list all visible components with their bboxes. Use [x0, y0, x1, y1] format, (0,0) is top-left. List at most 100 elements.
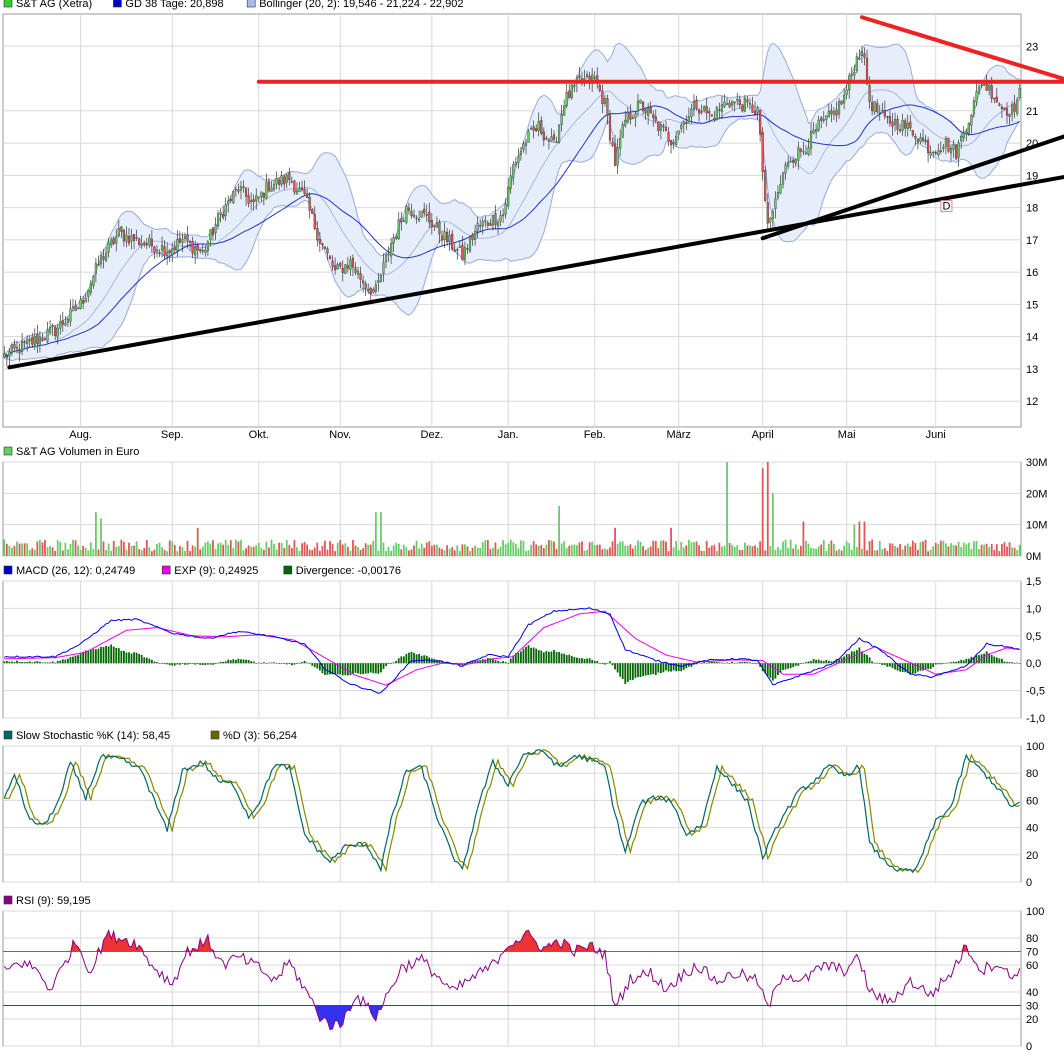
candle-body — [621, 124, 624, 138]
divergence-bar — [993, 656, 996, 664]
divergence-bar — [830, 661, 833, 664]
volume-bar — [97, 549, 100, 556]
candle-body — [909, 121, 912, 129]
volume-bar — [677, 550, 680, 556]
volume-panel: 0M 10M 20M 30M S&T AG Volumen in Euro — [2, 446, 1047, 563]
volume-bar — [624, 545, 627, 556]
candle-body — [41, 337, 44, 341]
divergence-bar — [222, 661, 225, 664]
candle-body — [934, 152, 937, 154]
volume-bar — [161, 547, 163, 556]
candle-body — [499, 215, 502, 222]
candle-body — [550, 136, 553, 143]
volume-bar — [911, 540, 914, 556]
candle-body — [99, 255, 103, 265]
volume-bar — [759, 541, 762, 556]
divergence-bar — [122, 650, 125, 664]
divergence-bar — [527, 645, 530, 664]
volume-bar — [812, 548, 815, 556]
volume-bar — [525, 551, 527, 556]
divergence-bar — [153, 661, 156, 664]
volume-bar — [23, 543, 26, 556]
volume-bar — [377, 550, 380, 556]
divergence-bar — [133, 652, 135, 664]
volume-bar — [731, 544, 734, 556]
candle-body — [769, 217, 772, 223]
candle-body — [830, 110, 833, 115]
candle-body — [649, 107, 652, 114]
divergence-bar — [390, 663, 393, 664]
volume-bar — [700, 550, 703, 556]
divergence-bar — [718, 662, 721, 664]
volume-bar — [894, 545, 896, 556]
divergence-bar — [871, 661, 874, 664]
divergence-bar — [652, 663, 655, 675]
divergence-bar — [369, 663, 372, 673]
rsi-panel-frame — [2, 910, 1022, 1047]
divergence-bar — [402, 656, 405, 664]
volume-bar — [122, 541, 125, 556]
divergence-bar — [659, 663, 662, 674]
divergence-bar — [878, 663, 881, 664]
divergence-bar — [883, 663, 886, 665]
volume-bar — [367, 544, 370, 556]
candle-body — [275, 177, 278, 185]
volume-bar — [810, 547, 812, 556]
volume-bar — [168, 540, 171, 556]
divergence-bar — [751, 663, 754, 664]
divergence-bar — [95, 649, 97, 664]
candle-body — [303, 188, 306, 194]
candle-body — [766, 202, 769, 224]
candle-body — [603, 98, 606, 104]
candle-body — [817, 119, 820, 131]
divergence-bar — [359, 663, 362, 675]
divergence-bar — [242, 659, 245, 664]
volume-bar — [909, 546, 912, 556]
candle-body — [316, 228, 319, 241]
divergence-bar — [237, 658, 240, 664]
divergence-bar — [827, 660, 830, 664]
divergence-bar — [741, 661, 744, 664]
candle-body — [471, 234, 474, 240]
candle-body — [537, 121, 540, 131]
divergence-bar — [18, 661, 21, 664]
volume-bar — [675, 540, 678, 556]
divergence-bar — [311, 663, 314, 666]
divergence-bar — [13, 661, 16, 664]
divergence-bar — [517, 652, 520, 664]
volume-bar — [1006, 546, 1008, 556]
volume-bar — [807, 543, 810, 556]
volume-bar — [466, 546, 469, 556]
macd-panel-y-tick-label: 0,5 — [1026, 631, 1041, 643]
volume-bar — [581, 541, 583, 556]
candle-body — [163, 246, 166, 256]
volume-bar — [217, 543, 219, 556]
divergence-bar — [614, 663, 616, 670]
volume-bar — [657, 548, 660, 556]
candle-body — [1000, 106, 1004, 109]
candle-body — [715, 107, 718, 121]
candle-body — [36, 334, 39, 344]
candle-body — [183, 236, 187, 239]
volume-bar — [194, 546, 197, 556]
divergence-bar — [855, 650, 858, 664]
volume-bar — [268, 547, 270, 556]
volume-bar — [433, 544, 436, 556]
divergence-bar — [206, 663, 209, 665]
divergence-bar — [240, 659, 242, 664]
divergence-bar — [191, 663, 194, 664]
candle-body — [1013, 103, 1016, 112]
divergence-bar — [497, 661, 499, 664]
candle-body — [423, 208, 426, 214]
divergence-bar — [606, 663, 609, 664]
volume-bar — [573, 544, 576, 556]
candle-body — [186, 234, 189, 242]
divergence-bar — [904, 663, 907, 673]
divergence-bar — [374, 663, 377, 674]
divergence-bar — [945, 662, 947, 664]
divergence-bar — [560, 653, 563, 664]
volume-bar — [721, 546, 723, 556]
candle-body — [115, 236, 118, 244]
divergence-bar — [245, 659, 247, 664]
divergence-bar — [173, 663, 176, 666]
